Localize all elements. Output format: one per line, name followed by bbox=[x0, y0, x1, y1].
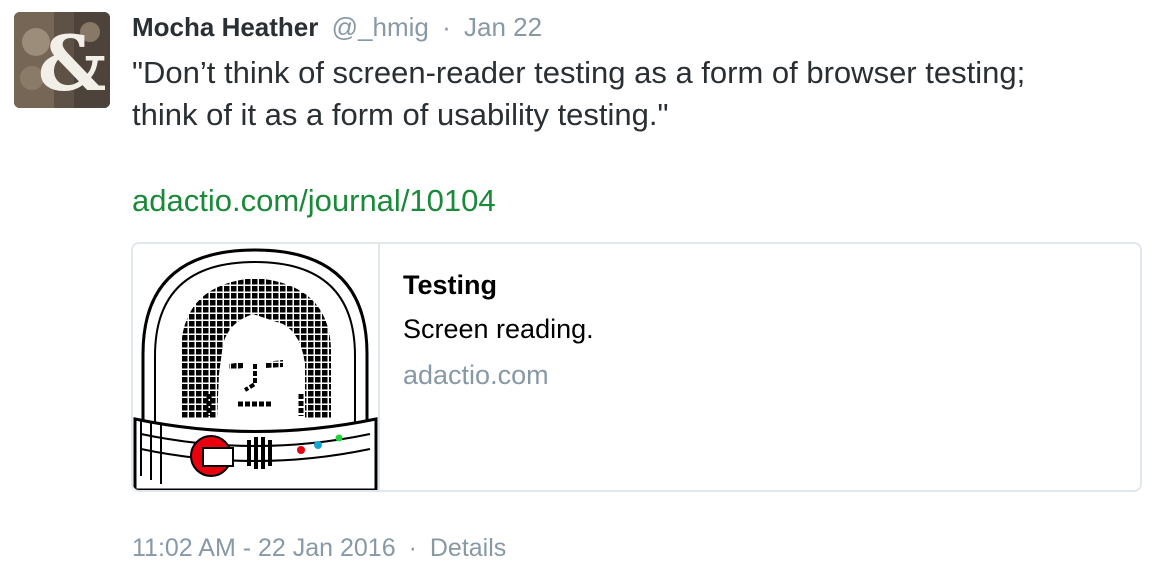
tweet: & Mocha Heather @_hmig · Jan 22 "Don’t t… bbox=[0, 0, 1156, 584]
tweet-link[interactable]: adactio.com/journal/10104 bbox=[132, 180, 496, 222]
card-domain: adactio.com bbox=[403, 360, 549, 390]
header-separator: · bbox=[442, 12, 451, 42]
tweet-text-line-1: "Don’t think of screen-reader testing as… bbox=[132, 55, 1026, 90]
tweet-text-line-2: think of it as a form of usability testi… bbox=[132, 97, 669, 132]
details-link[interactable]: Details bbox=[430, 534, 506, 562]
author-avatar[interactable]: & bbox=[14, 12, 110, 108]
author-name[interactable]: Mocha Heather bbox=[132, 12, 318, 42]
tweet-date[interactable]: Jan 22 bbox=[464, 12, 542, 42]
card-title[interactable]: Testing bbox=[403, 268, 497, 302]
svg-text:&: & bbox=[38, 19, 107, 108]
ampersand-avatar-icon: & bbox=[14, 12, 110, 108]
astronaut-helmet-icon bbox=[133, 248, 378, 490]
author-handle[interactable]: @_hmig bbox=[332, 12, 429, 42]
card-description: Screen reading. bbox=[403, 314, 594, 344]
tweet-timestamp[interactable]: 11:02 AM - 22 Jan 2016 bbox=[132, 534, 396, 562]
link-card[interactable]: Testing Screen reading. adactio.com bbox=[131, 242, 1142, 492]
card-image[interactable] bbox=[133, 244, 380, 490]
footer-separator: · bbox=[408, 534, 417, 562]
tweet-header: Mocha Heather @_hmig · Jan 22 bbox=[132, 10, 542, 44]
tweet-footer: 11:02 AM - 22 Jan 2016 · Details bbox=[132, 532, 506, 564]
tweet-text: "Don’t think of screen-reader testing as… bbox=[132, 52, 1132, 136]
